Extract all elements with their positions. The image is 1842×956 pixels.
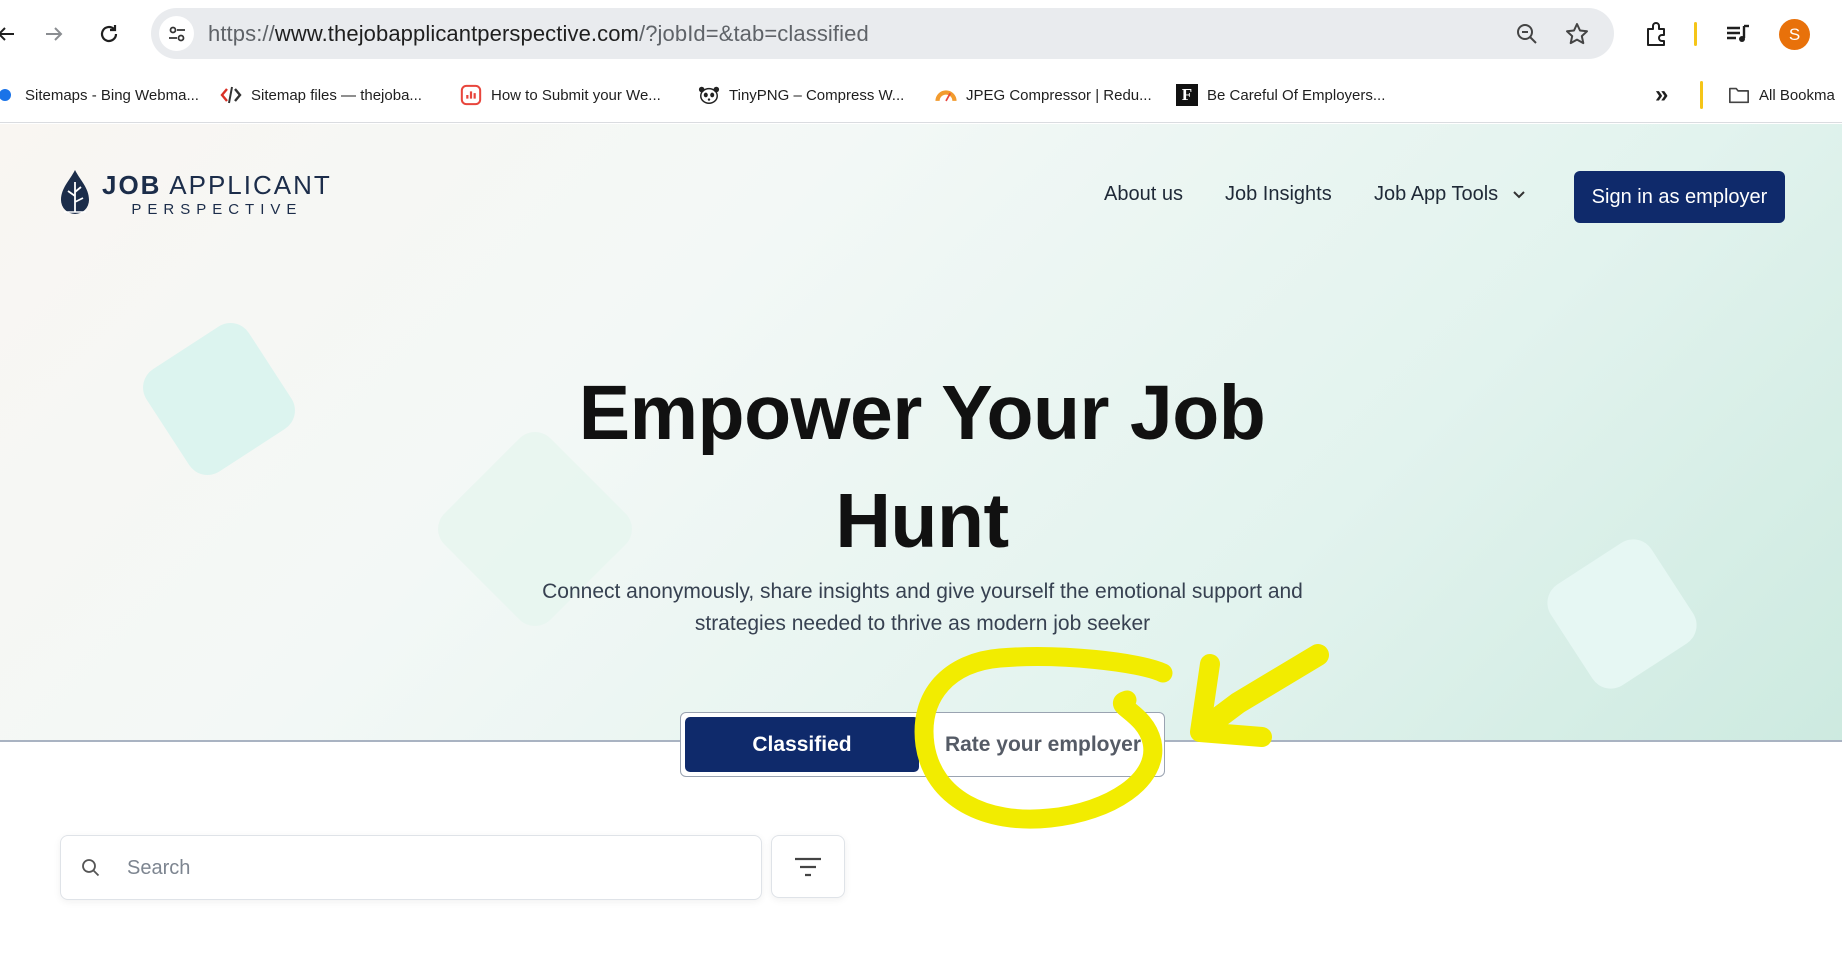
bookmark-item[interactable]: Sitemap files — thejoba...	[220, 81, 422, 109]
nav-job-app-tools-label: Job App Tools	[1374, 183, 1499, 205]
gauge-icon	[935, 84, 957, 106]
hero-section: JOB APPLICANT PERSPECTIVE About us Job I…	[0, 124, 1842, 741]
bookmarks-divider	[1700, 81, 1703, 109]
tab-switcher: Classified Rate your employer	[680, 712, 1165, 777]
bookmark-label: Sitemaps - Bing Webma...	[25, 86, 199, 104]
nav-job-insights[interactable]: Job Insights	[1225, 183, 1332, 206]
filter-icon	[795, 857, 821, 876]
bookmark-label: Sitemap files — thejoba...	[251, 86, 422, 104]
site-info-icon[interactable]	[159, 16, 194, 51]
bing-icon	[0, 84, 16, 106]
bookmark-item[interactable]: JPEG Compressor | Redu...	[935, 81, 1152, 109]
folder-icon	[1728, 84, 1750, 106]
search-icon	[82, 859, 100, 877]
bookmark-label: JPEG Compressor | Redu...	[966, 86, 1152, 104]
media-control-icon[interactable]	[1720, 16, 1756, 52]
site-logo[interactable]: JOB APPLICANT PERSPECTIVE	[58, 168, 332, 220]
bookmark-label: Be Careful Of Employers...	[1207, 86, 1386, 104]
bookmarks-bar: Sitemaps - Bing Webma... Sitemap files —…	[0, 68, 1842, 123]
bookmarks-overflow-button[interactable]: »	[1655, 81, 1668, 109]
filter-button[interactable]	[771, 835, 845, 898]
panda-icon	[698, 84, 720, 106]
bookmark-item[interactable]: TinyPNG – Compress W...	[698, 81, 904, 109]
profile-avatar[interactable]: S	[1779, 19, 1810, 50]
hero-subtitle-line: Connect anonymously, share insights and …	[542, 580, 1303, 603]
logo-word-perspective: PERSPECTIVE	[131, 201, 303, 218]
forbes-icon: F	[1176, 84, 1198, 106]
logo-word-job: JOB	[102, 170, 162, 200]
bookmark-label: How to Submit your We...	[491, 86, 661, 104]
back-arrow-icon[interactable]	[0, 16, 24, 52]
tab-rate-employer[interactable]: Rate your employer	[926, 717, 1160, 772]
tree-drop-icon	[61, 170, 89, 214]
hero-title-line: Hunt	[835, 478, 1009, 564]
bookmark-label: TinyPNG – Compress W...	[729, 86, 905, 104]
all-bookmarks-label: All Bookma	[1759, 86, 1835, 104]
hero-subtitle-line: strategies needed to thrive as modern jo…	[694, 612, 1151, 635]
bookmark-item[interactable]: F Be Careful Of Employers...	[1176, 81, 1385, 109]
zoom-icon[interactable]	[1513, 20, 1541, 48]
hero-subtitle: Connect anonymously, share insights and …	[470, 576, 1375, 640]
address-bar[interactable]: https://www.thejobapplicantperspective.c…	[151, 8, 1614, 59]
all-bookmarks-button[interactable]: All Bookma	[1728, 81, 1835, 109]
url-text[interactable]: https://www.thejobapplicantperspective.c…	[208, 21, 869, 47]
browser-toolbar: https://www.thejobapplicantperspective.c…	[0, 0, 1842, 68]
nav-job-app-tools[interactable]: Job App Tools	[1374, 183, 1526, 206]
reload-icon[interactable]	[91, 16, 127, 52]
decorative-shape	[1539, 531, 1705, 697]
bookmark-item[interactable]: Sitemaps - Bing Webma...	[0, 81, 199, 109]
chart-icon	[460, 84, 482, 106]
bookmark-item[interactable]: How to Submit your We...	[460, 81, 661, 109]
code-icon	[220, 84, 242, 106]
star-icon[interactable]	[1563, 20, 1591, 48]
toolbar-divider	[1694, 22, 1697, 46]
hero-title-line: Empower Your Job	[578, 370, 1266, 456]
decorative-shape	[134, 314, 304, 484]
search-input[interactable]	[127, 854, 727, 882]
extensions-icon[interactable]	[1638, 16, 1674, 52]
tab-classified[interactable]: Classified	[685, 717, 919, 772]
nav-about[interactable]: About us	[1104, 183, 1183, 206]
web-page: JOB APPLICANT PERSPECTIVE About us Job I…	[0, 124, 1842, 956]
forward-arrow-icon[interactable]	[36, 16, 72, 52]
logo-wordmark: JOB APPLICANT PERSPECTIVE	[102, 170, 332, 218]
search-box[interactable]	[60, 835, 762, 900]
sign-in-employer-button[interactable]: Sign in as employer	[1574, 171, 1785, 223]
logo-word-applicant: APPLICANT	[169, 170, 332, 200]
hero-title: Empower Your Job Hunt	[522, 359, 1322, 575]
chevron-down-icon	[1513, 190, 1525, 198]
